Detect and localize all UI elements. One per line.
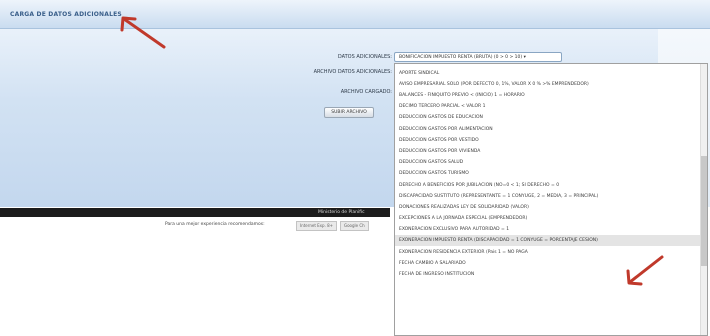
dropdown-option-selected[interactable]: EXONERACION IMPUESTO RENTA (DISCAPACIDAD…: [395, 235, 701, 246]
dropdown-option[interactable]: DISCAPACIDAD SUSTITUTO (REPRESENTANTE = …: [399, 191, 598, 202]
dropdown-option[interactable]: DEDUCCION GASTOS TURISMO: [399, 168, 469, 179]
dropdown-scrollbar[interactable]: [700, 64, 707, 335]
upload-file-button[interactable]: SUBIR ARCHIVO: [324, 107, 374, 118]
dropdown-option[interactable]: DEDUCCION GASTOS POR VESTIDO: [399, 135, 479, 146]
dropdown-option[interactable]: EXONERACION RESIDENCIA EXTERIOR (Pais 1 …: [399, 247, 528, 258]
datos-adicionales-label: DATOS ADICIONALES:: [337, 54, 392, 60]
dropdown-option[interactable]: FECHA CAMBIO A SALARIADO: [399, 258, 466, 269]
dropdown-option[interactable]: DEDUCCION GASTOS SALUD: [399, 157, 463, 168]
browser-link-chrome[interactable]: Google Ch: [340, 221, 369, 231]
dropdown-option[interactable]: DECIMO TERCERO PARCIAL < VALOR 1: [399, 101, 485, 112]
page-header: CARGA DE DATOS ADICIONALES: [0, 0, 710, 29]
datos-dropdown-list[interactable]: APORTE SINDICAL AVISO EMPRESARIAL SOLO (…: [394, 63, 708, 336]
archivo-cargado-label: ARCHIVO CARGADO:: [340, 89, 392, 95]
footer-text: Ministerio de Planific: [318, 210, 365, 215]
annotation-arrow-icon: [120, 16, 166, 49]
dropdown-option[interactable]: DEDUCCION GASTOS DE EDUCACION: [399, 112, 483, 123]
browser-link-ie[interactable]: Internet Exp. 8+: [296, 221, 338, 231]
annotation-arrow-icon: [626, 255, 664, 286]
archivo-datos-label: ARCHIVO DATOS ADICIONALES:: [313, 69, 392, 75]
dropdown-option[interactable]: FECHA DE INGRESO INSTITUCION: [399, 269, 474, 280]
dropdown-option[interactable]: DONACIONES REALIZADAS LEY DE SOLIDARIDAD…: [399, 202, 529, 213]
dropdown-option[interactable]: EXONERACION EXCLUSIVO PARA AUTORIDAD = 1: [399, 224, 509, 235]
dropdown-option[interactable]: APORTE SINDICAL: [399, 68, 439, 79]
dropdown-option[interactable]: BALANCES - FINIQUITO PREVIO < (INICIO) 1…: [399, 90, 525, 101]
dropdown-scroll-thumb[interactable]: [701, 156, 707, 266]
dropdown-option[interactable]: DEDUCCION GASTOS POR ALIMENTACION: [399, 124, 493, 135]
browser-recommendation: Para una mejor experiencia recomendamos:: [165, 222, 265, 227]
dropdown-option[interactable]: EXCEPCIONES A LA JORNADA ESPECIAL (EMPRE…: [399, 213, 527, 224]
dropdown-option[interactable]: AVISO EMPRESARIAL SOLO (POR DEFECTO 0, 1…: [399, 79, 589, 90]
page-title: CARGA DE DATOS ADICIONALES: [10, 11, 122, 18]
datos-adicionales-select[interactable]: BONIFICACION IMPUESTO RENTA (BRUTA) (0 >…: [394, 52, 562, 62]
dropdown-option[interactable]: DEDUCCION GASTOS POR VIVIENDA: [399, 146, 480, 157]
dropdown-option[interactable]: DERECHO A BENEFICIOS POR JUBILACION (NO=…: [399, 180, 559, 191]
